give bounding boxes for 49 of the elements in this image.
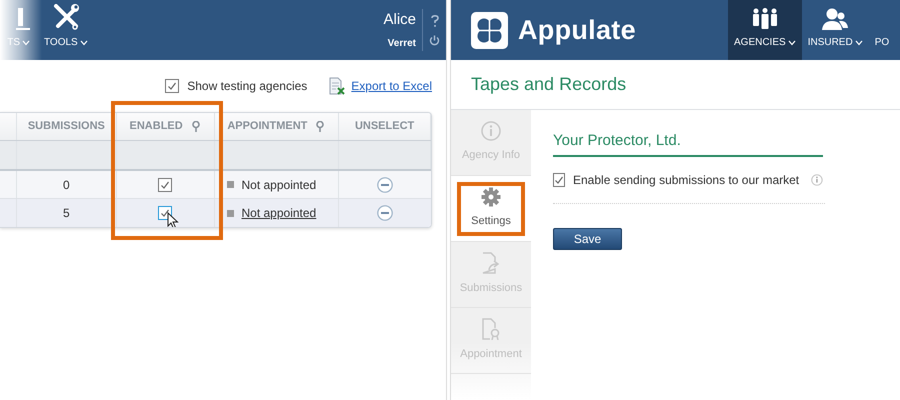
chevron-down-icon <box>788 40 796 46</box>
nav-tab[interactable]: INSURED <box>802 0 869 60</box>
checkbox[interactable] <box>165 79 180 93</box>
cursor-icon <box>166 212 179 227</box>
checkbox[interactable] <box>158 178 172 192</box>
side-tab[interactable]: Settings <box>451 176 531 242</box>
table-cell-text: 5 <box>63 205 70 222</box>
users-icon <box>822 8 848 30</box>
table-cell-text: 0 <box>63 176 70 194</box>
checkbox-label: Show testing agencies <box>187 78 308 95</box>
chevron-down-icon <box>22 40 30 46</box>
gear-icon <box>481 187 501 208</box>
checkbox[interactable] <box>553 172 565 186</box>
nav-tab[interactable]: PO <box>868 0 896 60</box>
save-button[interactable]: Save <box>553 228 622 250</box>
clover-logo-icon <box>471 12 508 48</box>
bar-chart-icon <box>16 8 30 30</box>
help-icon[interactable] <box>430 14 438 26</box>
agency-name: Your Protector, Ltd. <box>553 130 823 156</box>
status-square <box>226 181 234 188</box>
export-link[interactable]: Export to Excel <box>351 77 432 95</box>
page-title: Tapes and Records <box>471 73 626 96</box>
check-icon <box>167 81 178 91</box>
minus-circle-icon[interactable] <box>377 205 394 221</box>
filter-icon[interactable] <box>315 121 326 132</box>
appointment-status: Not appointed <box>242 176 316 194</box>
nav-item[interactable]: TOOLS <box>38 4 94 50</box>
excel-file-icon <box>329 77 346 95</box>
appointment-link[interactable]: Not appointed <box>242 204 316 222</box>
checkbox-label: Enable sending submissions to our market <box>573 172 800 188</box>
brand-name: Appulate <box>518 14 636 47</box>
status-square <box>226 210 234 216</box>
check-icon <box>160 208 170 218</box>
document-arrow-icon <box>481 252 501 274</box>
user-first-name: Alice <box>383 10 416 30</box>
minus-circle-icon[interactable] <box>377 176 394 192</box>
power-icon[interactable] <box>429 34 440 46</box>
tools-icon <box>52 4 80 30</box>
check-icon <box>160 180 170 190</box>
chevron-down-icon <box>854 40 863 46</box>
info-icon[interactable] <box>811 172 823 188</box>
chevron-down-icon <box>80 40 88 46</box>
document-seal-icon <box>481 318 501 340</box>
user-last-name: Verret <box>388 36 416 51</box>
nav-tab[interactable]: AGENCIES <box>728 0 802 60</box>
info-icon <box>481 121 501 142</box>
people-icon <box>750 8 779 30</box>
check-icon <box>554 174 564 184</box>
filter-icon[interactable] <box>190 121 201 132</box>
